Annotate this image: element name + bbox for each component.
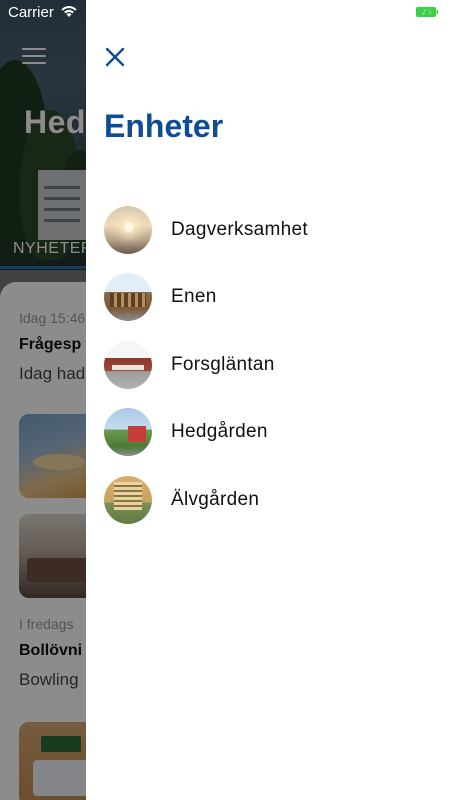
unit-label: Älvgården [171, 488, 260, 510]
unit-item-enen[interactable]: Enen [104, 264, 434, 332]
drawer-title: Enheter [104, 108, 224, 144]
close-button[interactable] [104, 46, 126, 68]
unit-avatar [104, 475, 152, 524]
unit-label: Dagverksamhet [171, 218, 308, 240]
units-drawer: Enheter Dagverksamhet Enen Forsgläntan H… [86, 0, 450, 800]
unit-label: Forsgläntan [171, 353, 275, 375]
close-icon [105, 47, 125, 67]
unit-label: Hedgården [171, 421, 268, 443]
unit-item-forsglantan[interactable]: Forsgläntan [104, 331, 434, 399]
unit-avatar [104, 408, 152, 457]
unit-avatar [104, 340, 152, 389]
unit-avatar [104, 205, 152, 254]
unit-avatar [104, 273, 152, 322]
unit-label: Enen [171, 286, 217, 308]
unit-item-hedgarden[interactable]: Hedgården [104, 399, 434, 467]
status-bar: Carrier [0, 0, 450, 26]
wifi-icon [61, 6, 77, 17]
carrier-label: Carrier [8, 4, 54, 21]
unit-item-alvgarden[interactable]: Älvgården [104, 466, 434, 534]
battery-icon [416, 7, 438, 17]
unit-list: Dagverksamhet Enen Forsgläntan Hedgården… [104, 196, 434, 534]
unit-item-dagverksamhet[interactable]: Dagverksamhet [104, 196, 434, 264]
